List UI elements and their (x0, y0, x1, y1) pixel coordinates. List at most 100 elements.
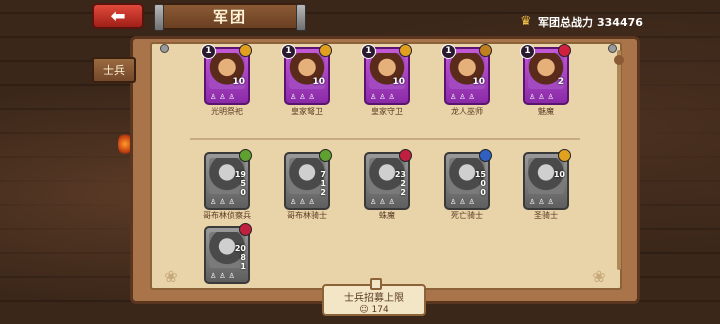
stat-attack: 19 (234, 170, 246, 179)
unit-name: 哥布林骑士 (287, 211, 327, 220)
equipment-slots-icon: ♙♙♙ (290, 198, 318, 206)
recruit-limit-value-row: ☺ 174 (324, 305, 424, 315)
unit-card-owned[interactable]: 1 2 ♙♙♙ (520, 44, 571, 105)
level-badge: 1 (281, 44, 296, 59)
stat-attack: 7 (320, 170, 326, 179)
equipment-slots-icon: ♙♙♙ (450, 93, 478, 101)
unit-card-locked[interactable]: 15 0 0 ♙♙♙ (444, 149, 492, 210)
tab-soldiers-label: 士兵 (103, 64, 125, 77)
level-badge: 1 (361, 44, 376, 59)
equipment-slots-icon: ♙♙♙ (210, 272, 238, 280)
element-icon (319, 149, 332, 162)
unit-name: 圣骑士 (534, 211, 558, 220)
unit-card-owned[interactable]: 1 10 ♙♙♙ (201, 44, 252, 105)
element-icon (558, 44, 571, 57)
element-icon (399, 149, 412, 162)
stat-attack: 10 (553, 170, 565, 179)
equipment-slots-icon: ♙♙♙ (450, 198, 478, 206)
unit-name: 光明祭祀 (211, 107, 243, 116)
stat-attack: 15 (474, 170, 486, 179)
unit-name: 皇家弩卫 (291, 107, 323, 116)
stat-magic: 0 (480, 188, 486, 197)
equipment-slots-icon: ♙♙♙ (370, 198, 398, 206)
back-arrow-icon: ⬅ (110, 5, 126, 27)
level-badge: 1 (201, 44, 216, 59)
tab-soldiers[interactable]: 士兵 (92, 57, 136, 83)
element-icon (239, 149, 252, 162)
unit-card-owned[interactable]: 1 10 ♙♙♙ (281, 44, 332, 105)
unit-stats: 7 1 2 (310, 170, 326, 197)
stat-defense: 1 (320, 179, 326, 188)
element-icon (479, 149, 492, 162)
unit-stat: 10 (472, 77, 485, 87)
power-value: 334476 (597, 15, 643, 29)
crown-icon: ♛ (520, 14, 532, 29)
stat-defense: 0 (480, 179, 486, 188)
stat-defense: 5 (240, 179, 246, 188)
back-button[interactable]: ⬅ (92, 3, 144, 29)
scrollbar-track[interactable] (617, 50, 621, 270)
rivet (608, 44, 617, 53)
stat-magic: 0 (240, 188, 246, 197)
legion-power: ♛ 军团总战力 334476 (520, 14, 643, 30)
equipment-slots-icon: ♙♙♙ (290, 93, 318, 101)
stat-magic: 2 (320, 188, 326, 197)
unit-name: 蛛魔 (379, 211, 395, 220)
unit-stats: 10 (549, 170, 565, 179)
unit-card-locked[interactable]: 19 5 0 ♙♙♙ (204, 149, 252, 210)
equipment-slots-icon: ♙♙♙ (210, 93, 238, 101)
recruit-limit-value: 174 (371, 305, 389, 315)
level-badge: 1 (520, 44, 535, 59)
equipment-slots-icon: ♙♙♙ (370, 93, 398, 101)
recruit-limit-panel: 士兵招募上限 ☺ 174 (322, 278, 426, 316)
equipment-slots-icon: ♙♙♙ (529, 93, 557, 101)
element-icon (239, 223, 252, 236)
plate-cap-left (154, 4, 164, 31)
element-icon (239, 44, 252, 57)
pin-icon (370, 278, 382, 290)
page-title: 军团 (212, 8, 247, 26)
unit-stat: 2 (557, 77, 564, 87)
corner-ornament-icon: ❀ (592, 267, 606, 286)
unit-name: 哥布林侦察兵 (203, 211, 251, 220)
equipment-slots-icon: ♙♙♙ (529, 198, 557, 206)
element-icon (558, 149, 571, 162)
unit-stats: 15 0 0 (470, 170, 486, 197)
element-icon (479, 44, 492, 57)
section-divider (190, 138, 580, 140)
stat-magic: 1 (240, 262, 246, 271)
element-icon (319, 44, 332, 57)
plate-cap-right (296, 4, 306, 31)
stat-attack: 20 (234, 244, 246, 253)
corner-ornament-icon: ❀ (164, 267, 178, 286)
unit-stat: 10 (392, 77, 405, 87)
power-label: 军团总战力 (538, 16, 593, 29)
unit-name: 魅魔 (538, 107, 554, 116)
element-icon (399, 44, 412, 57)
unit-name: 龙人巫师 (451, 107, 483, 116)
unit-card-locked[interactable]: 23 2 2 ♙♙♙ (364, 149, 412, 210)
stat-magic: 2 (400, 188, 406, 197)
stat-defense: 2 (400, 179, 406, 188)
stat-attack: 23 (394, 170, 406, 179)
level-badge: 1 (441, 44, 456, 59)
unit-card-locked[interactable]: 7 1 2 ♙♙♙ (284, 149, 332, 210)
stat-defense: 8 (240, 253, 246, 262)
unit-stats: 23 2 2 (390, 170, 406, 197)
unit-card-owned[interactable]: 1 10 ♙♙♙ (441, 44, 492, 105)
recruit-limit-label: 士兵招募上限 (344, 293, 404, 304)
unit-card-locked[interactable]: 10 ♙♙♙ (523, 149, 571, 210)
unit-stats: 20 8 1 (230, 244, 246, 271)
unit-card-locked[interactable]: 20 8 1 ♙♙♙ (204, 223, 252, 284)
page-title-plate: 军团 (154, 3, 306, 31)
unit-stat: 10 (232, 77, 245, 87)
unit-name: 死亡骑士 (451, 211, 483, 220)
unit-stats: 19 5 0 (230, 170, 246, 197)
scrollbar-thumb[interactable] (614, 55, 624, 65)
unit-card-owned[interactable]: 1 10 ♙♙♙ (361, 44, 412, 105)
soldier-icon: ☺ (359, 305, 369, 315)
unit-stat: 10 (312, 77, 325, 87)
rivet (160, 44, 169, 53)
equipment-slots-icon: ♙♙♙ (210, 198, 238, 206)
unit-name: 皇家守卫 (371, 107, 403, 116)
